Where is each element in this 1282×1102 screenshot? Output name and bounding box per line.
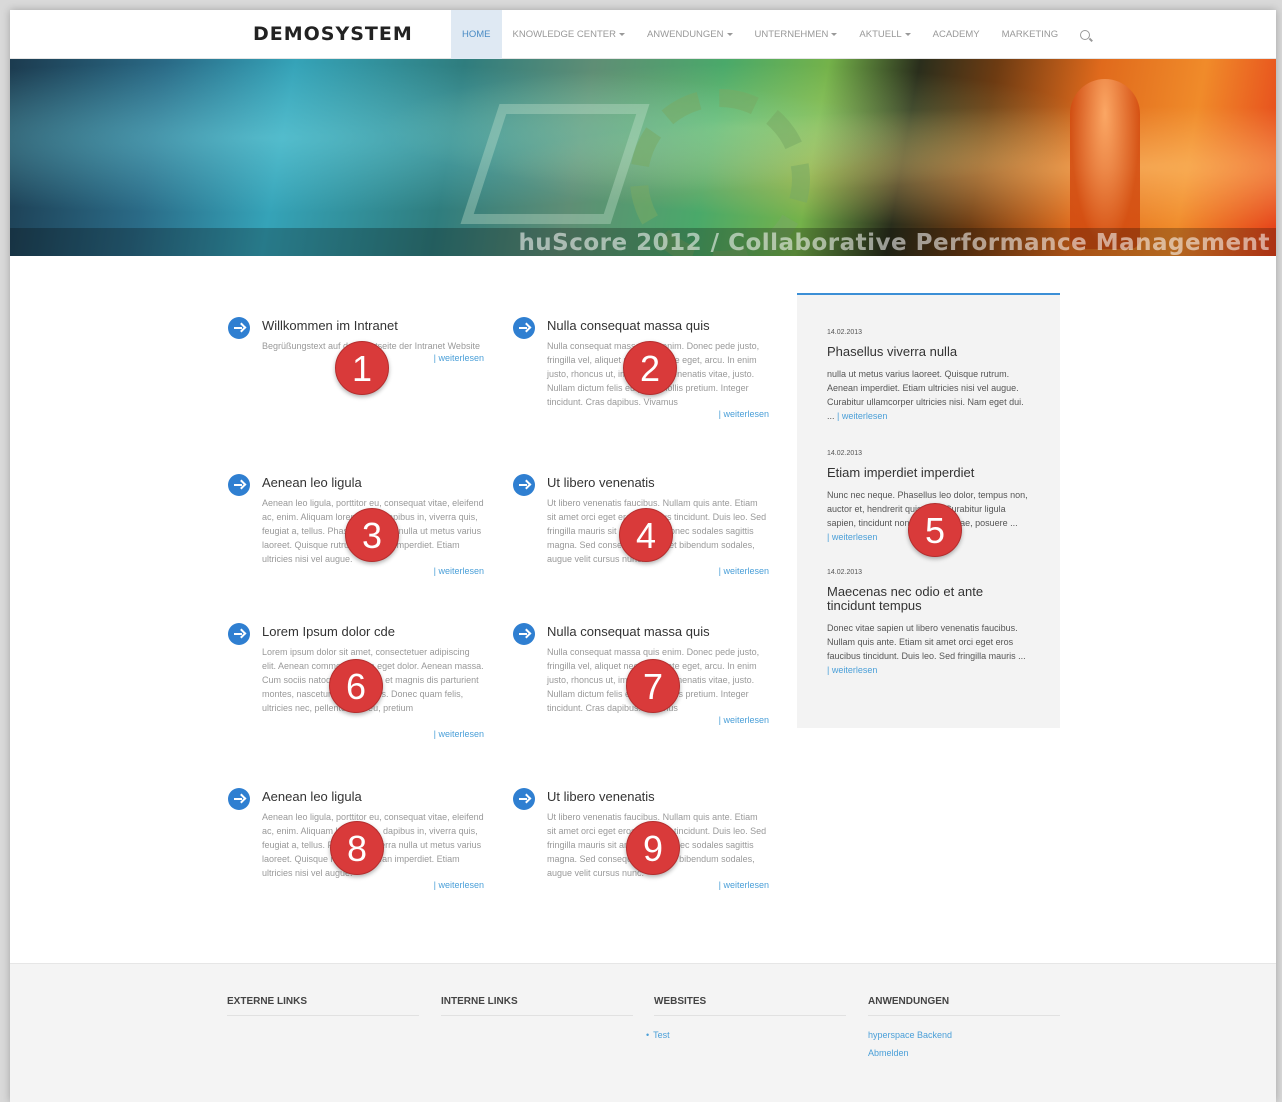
- read-more-link[interactable]: | weiterlesen: [719, 409, 769, 419]
- footer-column-websites: WEBSITES • Test: [646, 996, 846, 1040]
- nav-label: MARKETING: [1001, 29, 1059, 40]
- news-text-body: Donec vitae sapien ut libero venenatis f…: [827, 623, 1026, 661]
- footer-link-hyperspace-backend[interactable]: hyperspace Backend: [868, 1030, 1060, 1040]
- nav-label: ANWENDUNGEN: [646, 29, 724, 40]
- footer-link-label: Test: [653, 1030, 670, 1040]
- arrow-right-icon[interactable]: [513, 788, 535, 810]
- nav-item-academy[interactable]: ACADEMY: [922, 10, 991, 59]
- read-more-link[interactable]: | weiterlesen: [434, 880, 484, 890]
- news-item: 14.02.2013 Phasellus viverra nulla nulla…: [827, 329, 1032, 423]
- news-date: 14.02.2013: [827, 329, 863, 336]
- number-badge: 7: [626, 659, 680, 713]
- nav-item-aktuell[interactable]: AKTUELL: [848, 10, 921, 59]
- news-date: 14.02.2013: [827, 450, 863, 457]
- number-badge: 6: [329, 659, 383, 713]
- footer-heading: INTERNE LINKS: [441, 996, 633, 1016]
- number-badge: 1: [335, 341, 389, 395]
- teaser-title[interactable]: Ut libero venenatis: [547, 789, 655, 804]
- nav-label: KNOWLEDGE CENTER: [512, 29, 616, 40]
- caret-down-icon: [831, 33, 838, 36]
- header: DEMOSYSTEM HOME KNOWLEDGE CENTER ANWENDU…: [10, 10, 1276, 59]
- nav-label: ACADEMY: [932, 29, 980, 40]
- number-badge: 2: [623, 341, 677, 395]
- footer-heading: ANWENDUNGEN: [868, 996, 1060, 1016]
- teaser-title[interactable]: Aenean leo ligula: [262, 789, 362, 804]
- caret-down-icon: [618, 33, 625, 36]
- read-more-link[interactable]: | weiterlesen: [719, 880, 769, 890]
- read-more-link[interactable]: | weiterlesen: [719, 715, 769, 725]
- nav-item-anwendungen[interactable]: ANWENDUNGEN: [636, 10, 744, 59]
- arrow-right-icon[interactable]: [228, 788, 250, 810]
- bullet-icon: •: [646, 1030, 650, 1040]
- read-more-link[interactable]: | weiterlesen: [827, 532, 877, 542]
- footer-link-test[interactable]: • Test: [646, 1030, 846, 1040]
- teaser-title[interactable]: Ut libero venenatis: [547, 475, 655, 490]
- arrow-right-icon[interactable]: [228, 474, 250, 496]
- teaser-title[interactable]: Nulla consequat massa quis: [547, 624, 710, 639]
- number-badge: 4: [619, 508, 673, 562]
- nav-label: HOME: [462, 29, 491, 40]
- logo[interactable]: DEMOSYSTEM: [253, 23, 413, 45]
- nav-label: AKTUELL: [859, 29, 902, 40]
- nav-item-knowledge-center[interactable]: KNOWLEDGE CENTER: [502, 10, 636, 59]
- search-button[interactable]: [1069, 10, 1101, 59]
- read-more-link[interactable]: | weiterlesen: [827, 665, 877, 675]
- footer-link-abmelden[interactable]: Abmelden: [868, 1048, 1060, 1058]
- footer-column-interne-links: INTERNE LINKS: [441, 996, 633, 1016]
- nav-item-unternehmen[interactable]: UNTERNEHMEN: [744, 10, 849, 59]
- read-more-link[interactable]: | weiterlesen: [434, 729, 484, 739]
- footer: EXTERNE LINKS INTERNE LINKS WEBSITES • Te…: [10, 963, 1276, 1102]
- banner-caption: huScore 2012 / Collaborative Performance…: [518, 230, 1270, 256]
- nav-label: UNTERNEHMEN: [754, 29, 829, 40]
- nav-item-marketing[interactable]: MARKETING: [991, 10, 1069, 59]
- news-text: Donec vitae sapien ut libero venenatis f…: [827, 621, 1032, 677]
- read-more-link[interactable]: | weiterlesen: [837, 411, 887, 421]
- footer-heading: WEBSITES: [654, 996, 846, 1016]
- number-badge: 5: [908, 503, 962, 557]
- search-icon: [1080, 29, 1091, 40]
- caret-down-icon: [726, 33, 733, 36]
- arrow-right-icon[interactable]: [513, 317, 535, 339]
- number-badge: 9: [626, 821, 680, 875]
- main-nav: HOME KNOWLEDGE CENTER ANWENDUNGEN UNTERN…: [451, 10, 1101, 59]
- news-title[interactable]: Maecenas nec odio et ante tincidunt temp…: [827, 585, 1032, 613]
- news-title[interactable]: Etiam imperdiet imperdiet: [827, 466, 1032, 480]
- number-badge: 8: [330, 821, 384, 875]
- news-text: nulla ut metus varius laoreet. Quisque r…: [827, 367, 1032, 423]
- teaser-title[interactable]: Aenean leo ligula: [262, 475, 362, 490]
- teaser-title[interactable]: Nulla consequat massa quis: [547, 318, 710, 333]
- nav-item-home[interactable]: HOME: [451, 10, 502, 59]
- read-more-link[interactable]: | weiterlesen: [719, 566, 769, 576]
- footer-heading: EXTERNE LINKS: [227, 996, 419, 1016]
- chess-king-graphic: [1070, 79, 1140, 249]
- read-more-link[interactable]: | weiterlesen: [434, 566, 484, 576]
- arrow-right-icon[interactable]: [228, 317, 250, 339]
- teaser-title[interactable]: Willkommen im Intranet: [262, 318, 398, 333]
- teaser-title[interactable]: Lorem Ipsum dolor cde: [262, 624, 395, 639]
- caret-down-icon: [904, 33, 911, 36]
- read-more-link[interactable]: | weiterlesen: [434, 353, 484, 363]
- arrow-right-icon[interactable]: [228, 623, 250, 645]
- news-date: 14.02.2013: [827, 569, 863, 576]
- number-badge: 3: [345, 508, 399, 562]
- hero-banner: huScore 2012 / Collaborative Performance…: [10, 59, 1276, 256]
- footer-column-externe-links: EXTERNE LINKS: [227, 996, 419, 1016]
- footer-column-anwendungen: ANWENDUNGEN hyperspace Backend Abmelden: [868, 996, 1060, 1058]
- arrow-right-icon[interactable]: [513, 474, 535, 496]
- page: DEMOSYSTEM HOME KNOWLEDGE CENTER ANWENDU…: [10, 10, 1276, 1102]
- arrow-right-icon[interactable]: [513, 623, 535, 645]
- news-item: 14.02.2013 Maecenas nec odio et ante tin…: [827, 569, 1032, 677]
- news-title[interactable]: Phasellus viverra nulla: [827, 345, 1032, 359]
